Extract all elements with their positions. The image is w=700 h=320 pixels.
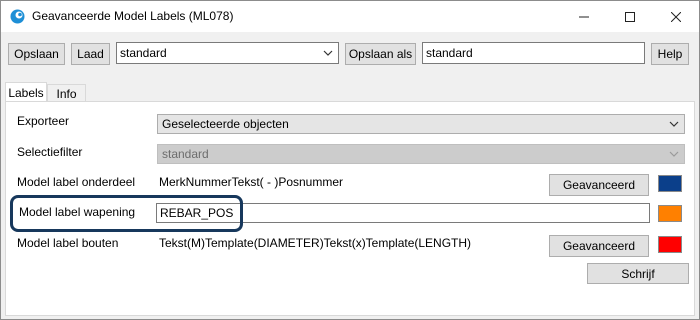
- title-bar[interactable]: Geavanceerde Model Labels (ML078): [1, 1, 699, 32]
- window-title: Geavanceerde Model Labels (ML078): [32, 9, 234, 23]
- tab-labels[interactable]: Labels: [5, 82, 47, 102]
- part-color-swatch[interactable]: [658, 175, 682, 192]
- highlight-annotation: [10, 195, 243, 232]
- save-as-button[interactable]: Opslaan als: [345, 43, 416, 65]
- part-label-value: MerkNummerTekst( - )Posnummer: [159, 175, 344, 189]
- write-button[interactable]: Schrijf: [587, 263, 689, 284]
- save-button[interactable]: Opslaan: [8, 43, 65, 65]
- dialog-window: Geavanceerde Model Labels (ML078) Opslaa…: [0, 0, 700, 320]
- preset-combo[interactable]: standard: [116, 42, 339, 64]
- rebar-color-swatch[interactable]: [658, 205, 682, 222]
- close-button[interactable]: [653, 1, 699, 32]
- preset-combo-value: standard: [120, 46, 167, 60]
- maximize-icon: [625, 11, 635, 22]
- selection-filter-combo: standard: [157, 144, 685, 164]
- bolt-color-swatch[interactable]: [658, 236, 682, 253]
- export-combo-value: Geselecteerde objecten: [162, 117, 289, 131]
- selection-filter-value: standard: [162, 147, 209, 161]
- maximize-button[interactable]: [607, 1, 653, 32]
- chevron-down-icon: [669, 151, 679, 157]
- part-advanced-button[interactable]: Geavanceerd: [549, 174, 649, 196]
- bolt-label-label: Model label bouten: [17, 236, 119, 250]
- minimize-icon: [579, 16, 589, 17]
- selection-filter-label: Selectiefilter: [17, 145, 83, 159]
- app-logo-icon: [10, 9, 25, 24]
- save-as-input[interactable]: standard: [422, 42, 645, 64]
- minimize-button[interactable]: [561, 1, 607, 32]
- chevron-down-icon: [323, 50, 333, 56]
- export-combo[interactable]: Geselecteerde objecten: [157, 114, 685, 134]
- load-button[interactable]: Laad: [71, 43, 110, 65]
- export-label: Exporteer: [17, 114, 70, 128]
- bolt-label-value: Tekst(M)Template(DIAMETER)Tekst(x)Templa…: [159, 236, 472, 250]
- close-icon: [671, 11, 681, 22]
- tab-info[interactable]: Info: [47, 84, 86, 102]
- bolt-advanced-button[interactable]: Geavanceerd: [549, 235, 649, 257]
- part-label-label: Model label onderdeel: [17, 175, 136, 189]
- help-button[interactable]: Help: [651, 43, 689, 65]
- chevron-down-icon: [669, 121, 679, 127]
